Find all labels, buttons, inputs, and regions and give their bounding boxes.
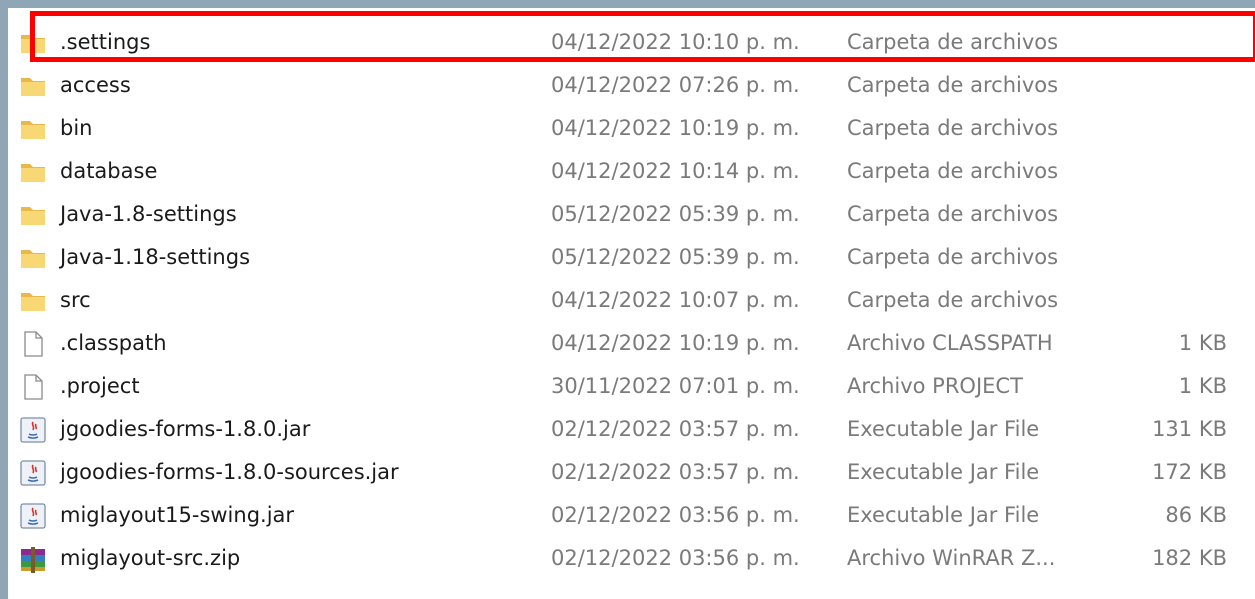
file-type: Executable Jar File (847, 460, 1040, 484)
file-row-6[interactable]: src 04/12/2022 10:07 p. m. Carpeta de ar… (8, 279, 1255, 322)
file-row-10[interactable]: jgoodies-forms-1.8.0-sources.jar 02/12/2… (8, 451, 1255, 494)
folder-icon (18, 114, 48, 144)
file-type: Carpeta de archivos (847, 30, 1059, 54)
folder-icon (18, 71, 48, 101)
file-row-12[interactable]: miglayout-src.zip 02/12/2022 03:56 p. m.… (8, 537, 1255, 580)
file-row-5[interactable]: Java-1.18-settings 05/12/2022 05:39 p. m… (8, 236, 1255, 279)
date-modified: 04/12/2022 10:19 p. m. (551, 116, 800, 140)
file-row-7[interactable]: .classpath 04/12/2022 10:19 p. m. Archiv… (8, 322, 1255, 365)
file-type: Executable Jar File (847, 417, 1040, 441)
folder-icon (18, 200, 48, 230)
file-row-8[interactable]: .project 30/11/2022 07:01 p. m. Archivo … (8, 365, 1255, 408)
date-modified: 04/12/2022 10:10 p. m. (551, 30, 800, 54)
date-modified: 05/12/2022 05:39 p. m. (551, 245, 800, 269)
file-type: Archivo WinRAR Z... (847, 546, 1056, 570)
date-modified: 04/12/2022 07:26 p. m. (551, 73, 800, 97)
file-size: 172 KB (1152, 460, 1227, 484)
date-modified: 04/12/2022 10:19 p. m. (551, 331, 800, 355)
file-name: database (60, 159, 158, 183)
file-type: Carpeta de archivos (847, 73, 1059, 97)
file-row-3[interactable]: database 04/12/2022 10:14 p. m. Carpeta … (8, 150, 1255, 193)
file-size: 1 KB (1178, 331, 1227, 355)
file-name: Java-1.8-settings (60, 202, 237, 226)
file-row-0[interactable]: .settings 04/12/2022 10:10 p. m. Carpeta… (8, 21, 1255, 64)
folder-icon (18, 157, 48, 187)
date-modified: 30/11/2022 07:01 p. m. (551, 374, 800, 398)
file-type: Carpeta de archivos (847, 159, 1059, 183)
document-icon (18, 329, 48, 359)
file-type: Archivo CLASSPATH (847, 331, 1053, 355)
file-name: jgoodies-forms-1.8.0.jar (60, 417, 311, 441)
file-size: 131 KB (1152, 417, 1227, 441)
file-type: Carpeta de archivos (847, 288, 1059, 312)
java-jar-icon (18, 501, 48, 531)
date-modified: 02/12/2022 03:57 p. m. (551, 417, 800, 441)
file-row-2[interactable]: bin 04/12/2022 10:19 p. m. Carpeta de ar… (8, 107, 1255, 150)
file-name: bin (60, 116, 93, 140)
file-type: Carpeta de archivos (847, 202, 1059, 226)
folder-icon (18, 286, 48, 316)
file-row-9[interactable]: jgoodies-forms-1.8.0.jar 02/12/2022 03:5… (8, 408, 1255, 451)
file-row-1[interactable]: access 04/12/2022 07:26 p. m. Carpeta de… (8, 64, 1255, 107)
file-type: Executable Jar File (847, 503, 1040, 527)
file-name: Java-1.18-settings (60, 245, 251, 269)
date-modified: 04/12/2022 10:07 p. m. (551, 288, 800, 312)
file-name: miglayout15-swing.jar (60, 503, 295, 527)
winrar-archive-icon (18, 544, 48, 574)
java-jar-icon (18, 415, 48, 445)
file-name: jgoodies-forms-1.8.0-sources.jar (60, 460, 399, 484)
folder-icon (18, 243, 48, 273)
file-row-11[interactable]: miglayout15-swing.jar 02/12/2022 03:56 p… (8, 494, 1255, 537)
file-name: .settings (60, 30, 151, 54)
file-name: .classpath (60, 331, 167, 355)
file-row-4[interactable]: Java-1.8-settings 05/12/2022 05:39 p. m.… (8, 193, 1255, 236)
document-icon (18, 372, 48, 402)
file-size: 86 KB (1165, 503, 1227, 527)
file-name: .project (60, 374, 140, 398)
file-size: 182 KB (1152, 546, 1227, 570)
file-type: Archivo PROJECT (847, 374, 1023, 398)
date-modified: 02/12/2022 03:56 p. m. (551, 546, 800, 570)
file-name: access (60, 73, 131, 97)
date-modified: 05/12/2022 05:39 p. m. (551, 202, 800, 226)
file-type: Carpeta de archivos (847, 245, 1059, 269)
file-list: .settings 04/12/2022 10:10 p. m. Carpeta… (8, 8, 1255, 599)
java-jar-icon (18, 458, 48, 488)
file-name: src (60, 288, 91, 312)
date-modified: 04/12/2022 10:14 p. m. (551, 159, 800, 183)
file-size: 1 KB (1178, 374, 1227, 398)
date-modified: 02/12/2022 03:57 p. m. (551, 460, 800, 484)
file-name: miglayout-src.zip (60, 546, 241, 570)
date-modified: 02/12/2022 03:56 p. m. (551, 503, 800, 527)
file-type: Carpeta de archivos (847, 116, 1059, 140)
folder-icon (18, 28, 48, 58)
